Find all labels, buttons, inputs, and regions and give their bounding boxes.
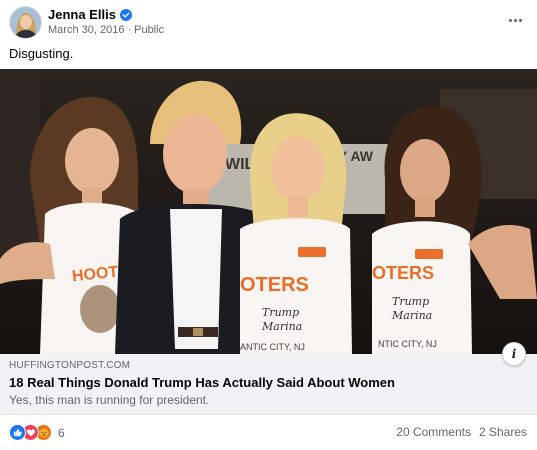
avatar-image	[10, 7, 41, 38]
audience-label: Public	[134, 24, 165, 36]
post-meta: March 30, 2016 · Public	[48, 24, 164, 36]
link-domain: HUFFINGTONPOST.COM	[9, 360, 131, 371]
author-avatar[interactable]	[9, 6, 42, 39]
comments-count[interactable]: 20 Comments	[396, 425, 471, 439]
svg-text:Trump: Trump	[262, 306, 299, 319]
info-icon[interactable]: i	[502, 342, 526, 366]
facebook-post: Jenna Ellis March 30, 2016 · Public Disg…	[0, 0, 537, 450]
photo-illustration: WILL Y AW HOOTE OTERS Trump Marina ANTIC…	[0, 69, 537, 354]
link-headline[interactable]: 18 Real Things Donald Trump Has Actually…	[9, 375, 395, 390]
meta-separator: ·	[127, 24, 132, 36]
post-date[interactable]: March 30, 2016	[48, 24, 124, 36]
link-preview[interactable]: HUFFINGTONPOST.COM 18 Real Things Donald…	[0, 354, 537, 415]
more-options-icon[interactable]	[505, 12, 525, 28]
post-text: Disgusting.	[9, 46, 74, 61]
link-preview-image[interactable]: WILL Y AW HOOTE OTERS Trump Marina ANTIC…	[0, 69, 537, 354]
engagement-stats: 20 Comments 2 Shares	[396, 425, 527, 439]
svg-text:Marina: Marina	[261, 320, 302, 333]
svg-text:Trump: Trump	[392, 295, 429, 308]
reaction-count: 6	[58, 425, 65, 440]
post-header: Jenna Ellis March 30, 2016 · Public	[0, 0, 537, 42]
link-description: Yes, this man is running for president.	[9, 393, 210, 407]
svg-text:Marina: Marina	[391, 309, 432, 322]
verified-badge-icon	[119, 8, 132, 21]
svg-text:OTERS: OTERS	[372, 263, 434, 283]
svg-text:OTERS: OTERS	[240, 274, 309, 296]
author-name[interactable]: Jenna Ellis	[48, 7, 116, 22]
svg-text:ANTIC CITY, NJ: ANTIC CITY, NJ	[240, 342, 305, 352]
post-footer: 6 20 Comments 2 Shares	[0, 414, 537, 450]
svg-text:NTIC CITY, NJ: NTIC CITY, NJ	[378, 339, 437, 349]
like-reaction-icon	[9, 424, 26, 441]
shares-count[interactable]: 2 Shares	[479, 425, 527, 439]
reaction-summary[interactable]: 6	[9, 424, 65, 441]
